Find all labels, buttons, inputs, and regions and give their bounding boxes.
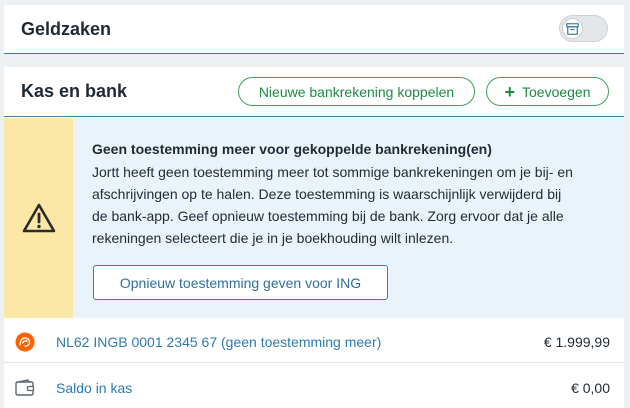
account-link[interactable]: NL62 INGB 0001 2345 67 (geen toestemming… bbox=[56, 334, 381, 350]
alert-line: afschrijvingen op te halen. Deze toestem… bbox=[92, 186, 562, 202]
plus-icon: + bbox=[504, 81, 515, 102]
alert-line: de bank-app. Geef opnieuw toestemming bi… bbox=[92, 208, 564, 224]
kas-en-bank-panel: Kas en bank Nieuwe bankrekening koppelen… bbox=[4, 67, 624, 408]
ing-lion-icon bbox=[14, 331, 36, 353]
toggle-knob bbox=[562, 18, 583, 39]
page-title: Geldzaken bbox=[21, 19, 112, 39]
add-button[interactable]: + Toevoegen bbox=[486, 77, 609, 106]
warning-icon bbox=[22, 203, 55, 233]
wallet-icon bbox=[14, 377, 36, 399]
archive-icon bbox=[566, 22, 579, 35]
cash-row[interactable]: Saldo in kas € 0,00 bbox=[4, 367, 624, 408]
alert-line: Jortt heeft geen toestemming meer tot so… bbox=[92, 164, 573, 180]
account-balance: € 1.999,99 bbox=[543, 334, 610, 350]
cash-balance-link[interactable]: Saldo in kas bbox=[56, 380, 132, 396]
section-title: Kas en bank bbox=[21, 81, 128, 101]
cash-balance-amount: € 0,00 bbox=[571, 380, 610, 396]
connect-bank-account-button[interactable]: Nieuwe bankrekening koppelen bbox=[238, 77, 475, 106]
divider bbox=[4, 116, 624, 117]
geldzaken-header: Geldzaken bbox=[4, 5, 624, 54]
archive-toggle[interactable] bbox=[559, 15, 608, 42]
alert-message: Jortt heeft geen toestemming meer tot so… bbox=[92, 161, 612, 249]
alert-title: Geen toestemming meer voor gekoppelde ba… bbox=[92, 141, 492, 157]
account-row[interactable]: NL62 INGB 0001 2345 67 (geen toestemming… bbox=[4, 321, 624, 363]
consent-warning-alert: Geen toestemming meer voor gekoppelde ba… bbox=[4, 118, 624, 318]
add-button-label: Toevoegen bbox=[522, 83, 591, 100]
alert-line: rekeningen selecteert die je in je boekh… bbox=[92, 230, 454, 246]
renew-consent-ing-button[interactable]: Opnieuw toestemming geven voor ING bbox=[93, 265, 388, 300]
alert-sidebar bbox=[4, 118, 73, 318]
